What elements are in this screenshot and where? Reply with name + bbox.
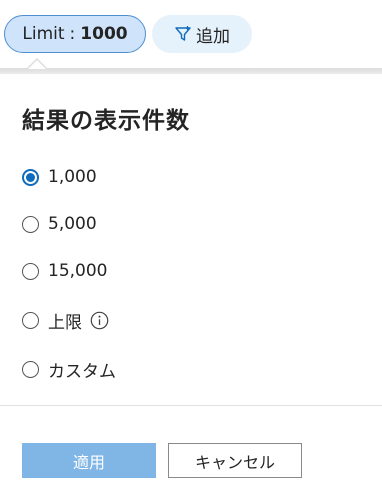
radio-button-selected[interactable] (22, 168, 39, 186)
option-label: 15,000 (48, 261, 108, 281)
filter-icon (175, 26, 191, 41)
query-toolbar: Limit : 1000 追加 (0, 0, 382, 68)
panel-caret (28, 60, 46, 69)
apply-button[interactable]: 適用 (22, 443, 156, 478)
limit-value: 1000 (80, 24, 128, 44)
radio-button[interactable] (22, 312, 39, 329)
cancel-button[interactable]: キャンセル (168, 443, 302, 478)
option-upper-limit[interactable]: 上限 (22, 308, 109, 333)
option-5000[interactable]: 5,000 (22, 214, 97, 234)
option-custom[interactable]: カスタム (22, 357, 116, 382)
radio-button[interactable] (22, 215, 39, 233)
limit-pill[interactable]: Limit : 1000 (4, 15, 146, 53)
limit-key: Limit (22, 24, 65, 44)
option-label: カスタム (48, 362, 116, 382)
option-label: 1,000 (48, 167, 97, 187)
option-1000[interactable]: 1,000 (22, 167, 97, 187)
panel-title: 結果の表示件数 (22, 108, 190, 134)
radio-button[interactable] (22, 262, 39, 280)
add-filter-label: 追加 (196, 26, 230, 47)
footer-divider (0, 405, 382, 406)
option-label: 上限 (48, 313, 82, 333)
option-15000[interactable]: 15,000 (22, 261, 107, 281)
radio-button[interactable] (22, 361, 39, 378)
result-count-panel (0, 74, 382, 502)
limit-separator: : (69, 24, 76, 44)
add-filter-button[interactable]: 追加 (152, 15, 252, 53)
info-icon[interactable] (90, 311, 109, 330)
option-label: 5,000 (48, 214, 97, 234)
